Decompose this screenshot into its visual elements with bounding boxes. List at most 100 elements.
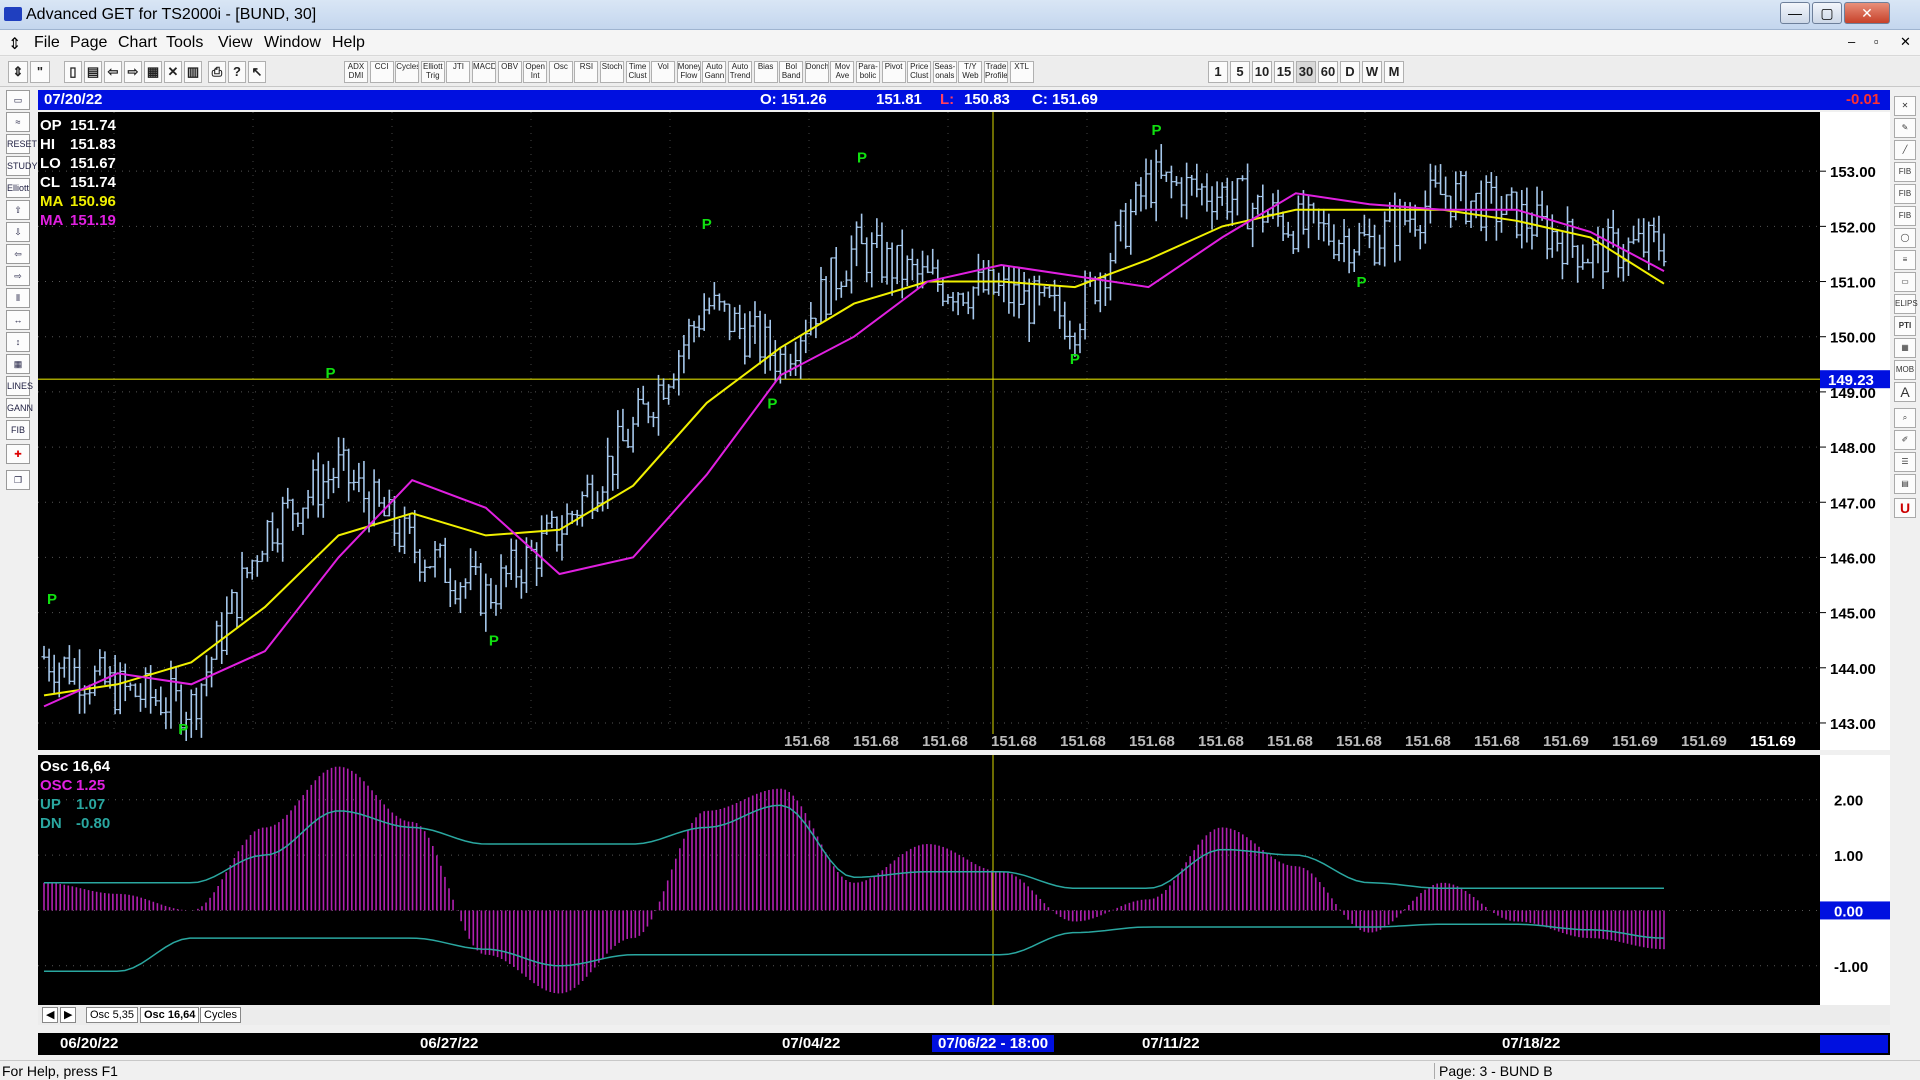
indicator-button-pivot[interactable]: Pivot (881, 61, 906, 83)
help-pointer-icon[interactable]: ↖ (248, 61, 266, 83)
indicator-button-t-y-web[interactable]: T/Y Web (958, 61, 983, 83)
indicator-button-money-flow[interactable]: Money Flow (676, 61, 701, 83)
indicator-button-open-int[interactable]: Open Int (523, 61, 548, 83)
indicator-button-obv[interactable]: OBV (497, 61, 522, 83)
channel-icon[interactable]: ≡ (1894, 250, 1916, 270)
interval-button-30[interactable]: 30 (1296, 61, 1316, 83)
folder-icon[interactable]: ▭ (6, 90, 30, 110)
fib-ret-button[interactable]: FIB RET (1894, 162, 1916, 194)
list-icon[interactable]: ☰ (1894, 452, 1916, 472)
crosshair-icon[interactable]: ✚ (6, 444, 30, 464)
gann-button[interactable]: GANN (6, 398, 33, 418)
menu-help[interactable]: Help (332, 34, 365, 52)
arrow-icon[interactable]: ⇕ (8, 61, 28, 83)
expand-icon[interactable]: ↔ (6, 310, 30, 330)
close-button[interactable]: ✕ (1844, 2, 1890, 24)
menu-page[interactable]: Page (70, 34, 107, 52)
marker-icon[interactable]: ✐ (1894, 430, 1916, 450)
box-icon[interactable]: ▭ (1894, 272, 1916, 292)
menu-chart[interactable]: Chart (118, 34, 157, 52)
indicator-button-rsi[interactable]: RSI (574, 61, 599, 83)
menu-view[interactable]: View (218, 34, 252, 52)
pencil-icon[interactable]: ✎ (1894, 118, 1916, 138)
wave-icon[interactable]: ≈ (6, 112, 30, 132)
interval-button-m[interactable]: M (1384, 61, 1404, 83)
forward-icon[interactable]: ⇨ (124, 61, 142, 83)
arrow-left-icon[interactable]: ⇦ (6, 244, 30, 264)
interval-button-60[interactable]: 60 (1318, 61, 1338, 83)
interval-button-5[interactable]: 5 (1230, 61, 1250, 83)
doc-icon[interactable]: ⇕ (8, 34, 21, 54)
print-icon[interactable]: ⎙ (208, 61, 226, 83)
indicator-button-jti[interactable]: JTI (446, 61, 471, 83)
tab-osc-5-35[interactable]: Osc 5,35 (86, 1007, 139, 1023)
doc-minimize-button[interactable]: – (1848, 34, 1855, 49)
interval-button-15[interactable]: 15 (1274, 61, 1294, 83)
menu-file[interactable]: File (34, 34, 60, 52)
indicator-button-seas-onals[interactable]: Seas-onals (932, 61, 957, 83)
tab-scroll-right[interactable]: ▶ (60, 1007, 77, 1023)
indicator-button-macd[interactable]: MACD (472, 61, 496, 83)
menu-tools[interactable]: Tools (166, 34, 203, 52)
layout-icon[interactable]: ▥ (184, 61, 202, 83)
doc-restore-button[interactable]: ▫ (1874, 34, 1879, 49)
indicator-button-price-clust[interactable]: Price Clust (907, 61, 932, 83)
mob-button[interactable]: MOB (1894, 360, 1916, 380)
tab-osc-16-64[interactable]: Osc 16,64 (140, 1007, 200, 1023)
indicator-button-vol[interactable]: Vol (651, 61, 676, 83)
help-icon[interactable]: ? (228, 61, 246, 83)
fib-ext-button[interactable]: FIB EXT (1894, 184, 1916, 216)
indicator-button-donch[interactable]: Donch (804, 61, 829, 83)
text-button[interactable]: A (1894, 382, 1916, 402)
bars-icon[interactable]: ⫴ (6, 288, 30, 308)
indicator-button-elliott-trig[interactable]: Elliott Trig (420, 61, 445, 83)
indicator-button-para-bolic[interactable]: Para-bolic (856, 61, 880, 83)
grid-icon[interactable]: ▦ (144, 61, 162, 83)
new-icon[interactable]: ▯ (64, 61, 82, 83)
indicator-button-bol-band[interactable]: Bol Band (779, 61, 804, 83)
open-icon[interactable]: ▤ (84, 61, 102, 83)
table-icon[interactable]: ▦ (1894, 338, 1916, 358)
indicator-button-cycles[interactable]: Cycles (395, 61, 420, 83)
indicator-button-cci[interactable]: CCI (369, 61, 394, 83)
interval-button-10[interactable]: 10 (1252, 61, 1272, 83)
reset-button[interactable]: RESET (6, 134, 37, 154)
price-chart[interactable]: 153.00152.00151.00150.00149.00148.00147.… (38, 112, 1890, 750)
indicator-button-auto-gann[interactable]: Auto Gann (702, 61, 727, 83)
zoom-icon[interactable]: ⌕ (1894, 408, 1916, 428)
fib-button[interactable]: FIB (6, 420, 30, 440)
interval-button-w[interactable]: W (1362, 61, 1382, 83)
quote-icon[interactable]: " (30, 61, 50, 83)
fib-time-button[interactable]: FIB TIME (1894, 206, 1916, 238)
compress-icon[interactable]: ↕ (6, 332, 30, 352)
indicator-button-time-clust[interactable]: Time Clust (625, 61, 650, 83)
arrow-down-icon[interactable]: ⇩ (6, 222, 30, 242)
interval-button-1[interactable]: 1 (1208, 61, 1228, 83)
indicator-button-adx-dmi[interactable]: ADX DMI (344, 61, 368, 83)
menu-window[interactable]: Window (264, 34, 321, 52)
doc-close-button[interactable]: ✕ (1900, 34, 1911, 50)
tab-scroll-left[interactable]: ◀ (42, 1007, 59, 1023)
elips-button[interactable]: ELIPS (1894, 294, 1918, 314)
indicator-button-xtl[interactable]: XTL (1009, 61, 1034, 83)
indicator-button-bias[interactable]: Bias (753, 61, 778, 83)
indicator-button-stoch[interactable]: Stoch (600, 61, 624, 83)
oscillator-chart[interactable]: 2.00 1.00 -1.00 0.00 Osc 16,64 OSC 1.25 UP 1.07 D… (38, 755, 1890, 1005)
cross-icon[interactable]: ✕ (164, 61, 182, 83)
grid-toggle-icon[interactable]: ▦ (6, 354, 30, 374)
back-icon[interactable]: ⇦ (104, 61, 122, 83)
line-icon[interactable]: ╱ (1894, 140, 1916, 160)
indicator-button-trade-profile[interactable]: Trade Profile (984, 61, 1008, 83)
tab-cycles[interactable]: Cycles (200, 1007, 242, 1023)
minimize-button[interactable]: — (1780, 2, 1810, 24)
notes-icon[interactable]: ▤ (1894, 474, 1916, 494)
interval-button-d[interactable]: D (1340, 61, 1360, 83)
elliott-button[interactable]: Elliott (6, 178, 30, 198)
arrow-right-icon[interactable]: ⇨ (6, 266, 30, 286)
close-x-icon[interactable]: ✕ (1894, 96, 1916, 116)
lines-button[interactable]: LINES (6, 376, 33, 396)
study-button[interactable]: STUDY (6, 156, 38, 176)
indicator-button-mov-ave[interactable]: Mov Ave (830, 61, 855, 83)
pti-button[interactable]: PTI (1894, 316, 1916, 336)
copy-icon[interactable]: ❐ (6, 470, 30, 490)
